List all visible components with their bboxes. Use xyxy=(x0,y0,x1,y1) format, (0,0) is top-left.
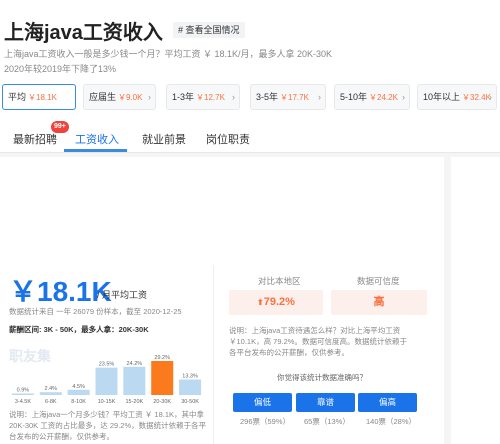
view-national-button[interactable]: # 查看全国情况 xyxy=(173,22,245,38)
bar-category-label: 30-50K xyxy=(181,399,199,405)
salary-range: 薪酬区间: 3K - 50K，最多人拿：20K-30K xyxy=(9,325,149,334)
page-title: 上海java工资收入 xyxy=(4,22,163,44)
salary-note: 说明：上海java一个月多少钱？平均工资 ￥ 18.1K，其中拿 20K-30K… xyxy=(9,410,207,441)
chevron-right-icon: › xyxy=(148,92,151,102)
bar-category-label: 15-20K xyxy=(125,399,143,405)
filter-1-3-years[interactable]: 1-3年 ￥12.7K › xyxy=(166,84,240,110)
filter-label: 3-5年 xyxy=(256,92,279,102)
filter-label: 10年以上 xyxy=(423,92,461,102)
accuracy-question: 你觉得该统计数据准确吗？ xyxy=(277,373,367,382)
trend-description: 2020年较2019年下降了13% xyxy=(4,64,117,74)
filter-label: 1-3年 xyxy=(172,92,195,102)
tab-responsibilities[interactable]: 岗位职责 xyxy=(206,131,250,147)
chevron-right-icon: › xyxy=(232,92,235,102)
bar-value-label: 2.4% xyxy=(45,386,58,392)
filter-label: 5-10年 xyxy=(340,92,368,102)
salary-distribution-chart: 0.9% 3-4.5K 2.4% 6-8K 4.5% 8-10K 23.5% 10-15K 24… xyxy=(11,355,202,405)
filter-5-10-years[interactable]: 5-10年 ￥24.2K › xyxy=(334,84,410,110)
filter-value: ￥24.2K xyxy=(369,93,398,102)
arrow-up-icon: ⬆ xyxy=(257,298,264,307)
filter-graduate[interactable]: 应届生 ￥9.0K › xyxy=(83,84,156,110)
bar-3-4.5K xyxy=(11,393,34,395)
compare-note: 说明：上海java工资待遇怎么样？对比上海平均工资 ￥10.1K，高 79.2%… xyxy=(229,326,407,357)
bar-30-50K xyxy=(179,379,202,395)
filter-value: ￥9.0K xyxy=(118,93,143,102)
bar-20-30K xyxy=(151,361,174,395)
vote-accurate-button[interactable]: 靠谱 xyxy=(296,393,355,412)
bar-category-label: 10-15K xyxy=(98,399,116,405)
salary-unit: / 月平均工资 xyxy=(97,290,148,300)
bar-value-label: 29.2% xyxy=(154,355,170,361)
filter-10-plus-years[interactable]: 10年以上 ￥32.4K › xyxy=(417,84,497,110)
credibility-value: 高 xyxy=(331,290,427,315)
bar-value-label: 0.9% xyxy=(17,388,30,394)
filter-value: ￥12.7K xyxy=(196,93,225,102)
chevron-right-icon: › xyxy=(489,92,492,102)
compare-value: ⬆79.2% xyxy=(229,290,323,315)
bar-category-label: 3-4.5K xyxy=(15,399,32,405)
experience-filters: 平均 ￥18.1K 应届生 ￥9.0K › 1-3年 ￥12.7K › 3-5年 ￥17.7… xyxy=(0,84,500,110)
tab-prospects[interactable]: 就业前景 xyxy=(142,131,186,147)
bar-10-15K xyxy=(95,367,118,395)
chevron-right-icon: › xyxy=(402,92,405,102)
bar-category-label: 8-10K xyxy=(71,399,86,405)
filter-label: 平均 xyxy=(8,92,27,102)
filter-label: 应届生 xyxy=(89,92,117,102)
chevron-right-icon: › xyxy=(318,92,321,102)
tab-salary[interactable]: 工资收入 xyxy=(75,131,119,147)
bar-15-20K xyxy=(123,366,146,395)
active-tab-indicator xyxy=(64,149,127,152)
page-description: 上海java工资收入一般是多少钱一个月？平均工资 ￥ 18.1K/月，最多人拿 … xyxy=(4,49,333,59)
bar-category-label: 6-8K xyxy=(45,399,57,405)
vote-low-button[interactable]: 偏低 xyxy=(233,393,292,412)
column-divider xyxy=(213,265,214,444)
compare-percent: 79.2% xyxy=(263,296,295,308)
credibility-heading: 数据可信度 xyxy=(357,276,400,286)
bar-value-label: 13.3% xyxy=(182,374,198,380)
bar-value-label: 24.2% xyxy=(127,361,143,367)
tab-latest-jobs[interactable]: 最新招聘 xyxy=(13,131,57,147)
filter-average[interactable]: 平均 ￥18.1K xyxy=(2,84,76,110)
compare-heading: 对比本地区 xyxy=(258,276,301,286)
filter-value: ￥18.1K xyxy=(28,93,57,102)
vote-high-button[interactable]: 偏高 xyxy=(358,393,417,412)
side-panel xyxy=(451,157,500,444)
bar-category-label: 20-30K xyxy=(153,399,171,405)
vote-accurate-count: 65票（13%） xyxy=(304,417,350,426)
new-jobs-badge: 99+ xyxy=(51,121,69,133)
vote-high-count: 140票（28%） xyxy=(366,417,417,426)
bar-value-label: 4.5% xyxy=(72,384,85,390)
bar-value-label: 23.5% xyxy=(99,362,115,368)
filter-3-5-years[interactable]: 3-5年 ￥17.7K › xyxy=(250,84,326,110)
bar-8-10K xyxy=(67,389,90,395)
bar-6-8K xyxy=(39,392,62,395)
sample-info: 数据统计来自 一年 26079 份样本，截至 2020-12-25 xyxy=(9,307,182,316)
filter-value: ￥32.4K xyxy=(462,93,491,102)
filter-value: ￥17.7K xyxy=(280,93,309,102)
vote-low-count: 296票（59%） xyxy=(240,417,291,426)
